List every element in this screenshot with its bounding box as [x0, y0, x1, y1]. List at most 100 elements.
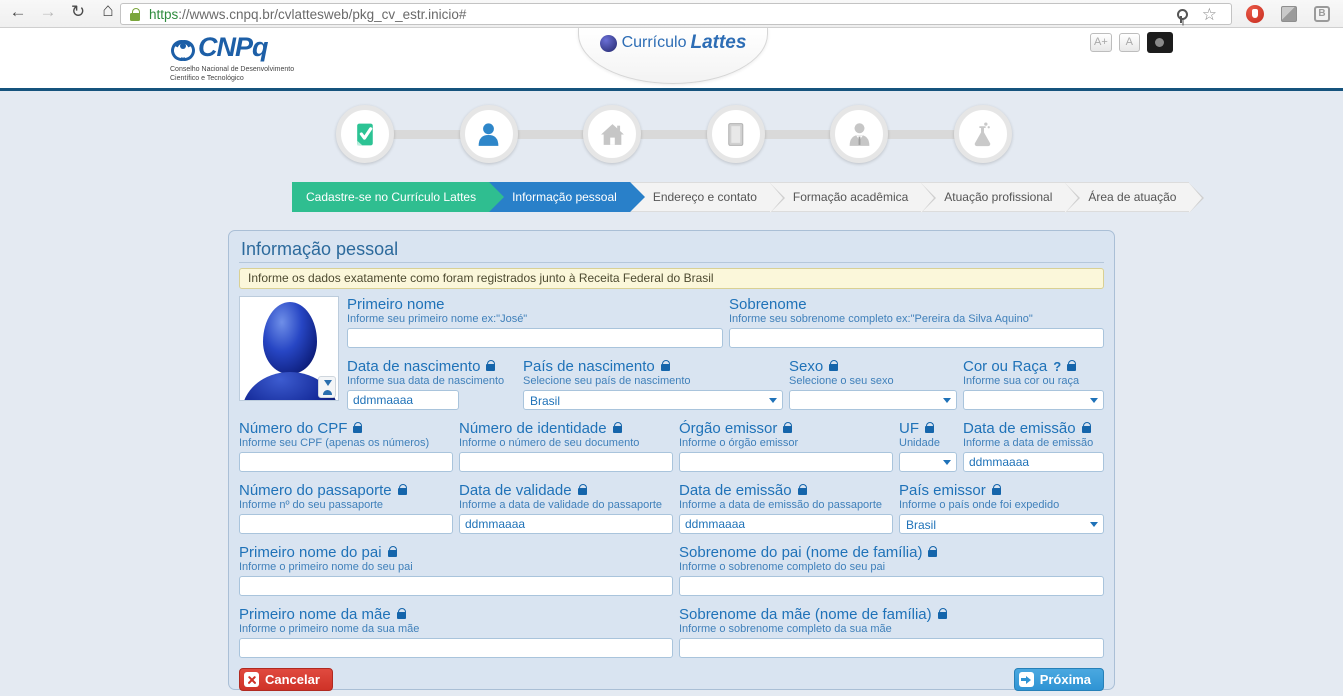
- field-orgao-emissor: Órgão emissor Informe o órgão emissor: [679, 420, 893, 472]
- pais-emissor-select[interactable]: Brasil: [899, 514, 1104, 534]
- cube-extension-icon[interactable]: [1281, 6, 1297, 22]
- field-label: Data de emissão: [963, 420, 1076, 437]
- select-value: Brasil: [906, 518, 936, 532]
- cnpq-emblem-icon: [170, 36, 196, 60]
- field-sobrenome-mae: Sobrenome da mãe (nome de família) Infor…: [679, 606, 1104, 658]
- house-icon: [599, 121, 626, 148]
- field-nome-pai: Primeiro nome do pai Informe o primeiro …: [239, 544, 673, 596]
- sobrenome-input[interactable]: [729, 328, 1104, 348]
- tab-cadastre-se[interactable]: Cadastre-se no Currículo Lattes: [292, 182, 489, 212]
- field-hint: Informe nº do seu passaporte: [239, 499, 453, 511]
- tab-area-atuacao[interactable]: Área de atuação: [1065, 182, 1189, 212]
- address-bar[interactable]: https://wwws.cnpq.br/cvlattesweb/pkg_cv_…: [120, 3, 1232, 25]
- adblock-extension-icon[interactable]: [1246, 5, 1264, 23]
- field-label: Número de identidade: [459, 420, 607, 437]
- step-education[interactable]: [707, 105, 765, 163]
- high-contrast-button[interactable]: [1147, 32, 1173, 53]
- person-icon: [475, 121, 502, 148]
- font-decrease-button[interactable]: A: [1119, 33, 1140, 52]
- tab-endereco-contato[interactable]: Endereço e contato: [630, 182, 770, 212]
- field-label: Data de emissão: [679, 482, 792, 499]
- step-registration[interactable]: [336, 105, 394, 163]
- lock-icon: [992, 488, 1001, 495]
- back-button[interactable]: ←: [6, 2, 30, 22]
- forward-button[interactable]: →: [36, 2, 60, 22]
- sobrenome-mae-input[interactable]: [679, 638, 1104, 658]
- field-hint: Informe o número de seu documento: [459, 437, 673, 449]
- cor-raca-select[interactable]: [963, 390, 1104, 410]
- nome-pai-input[interactable]: [239, 576, 673, 596]
- chevron-down-icon: [943, 460, 951, 465]
- font-increase-button[interactable]: A+: [1090, 33, 1112, 52]
- field-label: Órgão emissor: [679, 420, 777, 437]
- passaporte-input[interactable]: [239, 514, 453, 534]
- field-sobrenome-pai: Sobrenome do pai (nome de família) Infor…: [679, 544, 1104, 596]
- step-area[interactable]: [954, 105, 1012, 163]
- ssl-padlock-icon[interactable]: [130, 13, 140, 21]
- field-hint: Informe o primeiro nome do seu pai: [239, 561, 673, 573]
- bookmark-star-icon[interactable]: ☆: [1202, 5, 1217, 25]
- lock-icon: [353, 426, 362, 433]
- step-personal-info[interactable]: [460, 105, 518, 163]
- help-icon[interactable]: ?: [1053, 358, 1061, 375]
- tab-formacao-academica[interactable]: Formação acadêmica: [770, 182, 921, 212]
- lock-icon: [783, 426, 792, 433]
- page-title: Informação pessoal: [239, 237, 1104, 263]
- orgao-emissor-input[interactable]: [679, 452, 893, 472]
- personal-info-panel: Informação pessoal Informe os dados exat…: [228, 230, 1115, 690]
- field-hint: Unidade: [899, 437, 957, 449]
- field-label: Sexo: [789, 358, 823, 375]
- url-text[interactable]: https://wwws.cnpq.br/cvlattesweb/pkg_cv_…: [149, 7, 466, 22]
- field-data-emissao-identidade: Data de emissão Informe a data de emissã…: [963, 420, 1104, 472]
- person-tie-icon: [846, 121, 873, 148]
- field-label: Sobrenome da mãe (nome de família): [679, 606, 932, 623]
- cpf-input[interactable]: [239, 452, 453, 472]
- next-button[interactable]: Próxima: [1014, 668, 1104, 691]
- cnpq-logo-text: CNPq: [198, 32, 268, 63]
- field-hint: Informe a data de emissão: [963, 437, 1104, 449]
- field-data-validade: Data de validade Informe a data de valid…: [459, 482, 673, 534]
- field-primeiro-nome: Primeiro nome Informe seu primeiro nome …: [347, 296, 723, 348]
- avatar[interactable]: [239, 296, 339, 401]
- field-hint: Informe seu CPF (apenas os números): [239, 437, 453, 449]
- lock-icon: [388, 550, 397, 557]
- data-validade-input[interactable]: [459, 514, 673, 534]
- cancel-button[interactable]: Cancelar: [239, 668, 333, 691]
- field-hint: Informe a data de emissão do passaporte: [679, 499, 893, 511]
- arrow-right-icon: [1019, 672, 1034, 687]
- identidade-input[interactable]: [459, 452, 673, 472]
- sobrenome-pai-input[interactable]: [679, 576, 1104, 596]
- tab-informacao-pessoal[interactable]: Informação pessoal: [489, 182, 630, 212]
- clipboard-check-icon: [352, 121, 379, 148]
- key-icon[interactable]: [1175, 9, 1187, 23]
- data-emissao-identidade-input[interactable]: [963, 452, 1104, 472]
- step-professional[interactable]: [830, 105, 888, 163]
- uf-select[interactable]: [899, 452, 957, 472]
- field-hint: Informe sua cor ou raça: [963, 375, 1104, 387]
- upload-photo-icon[interactable]: [318, 376, 336, 398]
- document-icon: [722, 121, 749, 148]
- b-extension-icon[interactable]: B: [1314, 6, 1330, 22]
- primeiro-nome-input[interactable]: [347, 328, 723, 348]
- lock-icon: [798, 488, 807, 495]
- stepper-connector: [636, 130, 712, 139]
- step-address[interactable]: [583, 105, 641, 163]
- data-emissao-passaporte-input[interactable]: [679, 514, 893, 534]
- field-label: Data de nascimento: [347, 358, 480, 375]
- nome-mae-input[interactable]: [239, 638, 673, 658]
- field-label: Primeiro nome: [347, 296, 445, 313]
- field-label: País emissor: [899, 482, 986, 499]
- field-hint: Informe o sobrenome completo da sua mãe: [679, 623, 1104, 635]
- home-button[interactable]: ⌂: [96, 0, 120, 22]
- avatar-head: [263, 302, 317, 374]
- lock-icon: [578, 488, 587, 495]
- data-nascimento-input[interactable]: [347, 390, 459, 410]
- sexo-select[interactable]: [789, 390, 957, 410]
- lock-icon: [1067, 364, 1076, 371]
- chevron-down-icon: [1090, 398, 1098, 403]
- pais-nascimento-select[interactable]: Brasil: [523, 390, 783, 410]
- tab-atuacao-profissional[interactable]: Atuação profissional: [921, 182, 1065, 212]
- reload-button[interactable]: ↻: [66, 2, 90, 22]
- select-value: Brasil: [530, 394, 560, 408]
- cnpq-logo[interactable]: CNPq Conselho Nacional de Desenvolviment…: [170, 32, 294, 83]
